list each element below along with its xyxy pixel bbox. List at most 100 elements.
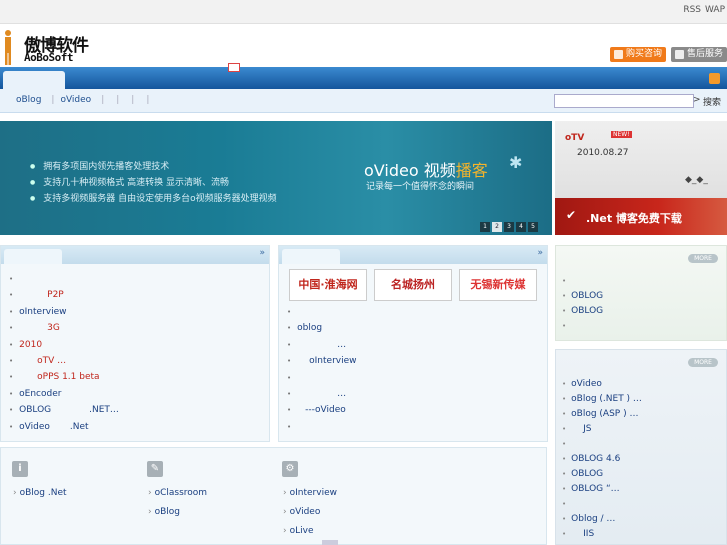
banner-feature: 支持几十种视频格式 高速转换 显示清晰、流畅 (30, 175, 277, 191)
promo-tag: oTV (565, 133, 585, 143)
client-logo-huaihai[interactable]: 中国·淮海网 (289, 269, 367, 301)
list-item[interactable]: Oblog / … (562, 512, 642, 527)
list-item[interactable]: … (287, 386, 357, 402)
list-item[interactable]: oClassroom (148, 484, 207, 503)
list-item[interactable]: oEncoder (9, 386, 119, 402)
pager-1[interactable]: 1 (480, 222, 490, 232)
list-item[interactable]: oInterview (9, 304, 119, 320)
panel-tab[interactable] (282, 249, 340, 264)
separator: | (116, 95, 120, 105)
buy-consult-label: 购买咨询 (626, 49, 663, 59)
wap-link[interactable]: WAP (705, 5, 725, 15)
more-button[interactable]: MORE (688, 358, 718, 367)
top-bar: RSS WAP (0, 0, 727, 24)
main-nav (0, 67, 727, 89)
list-item[interactable]: oInterview (287, 353, 356, 369)
product-column-2: oClassroom oBlog (148, 484, 207, 522)
top-links: RSS WAP (679, 5, 725, 15)
search-button[interactable]: 搜索 (703, 95, 721, 108)
nav-tab-selected[interactable] (3, 71, 65, 89)
banner-title-em: 播客 (455, 161, 488, 180)
list-item[interactable]: oBlog .Net (13, 484, 67, 503)
buy-consult-button[interactable]: 购买咨询 (610, 47, 667, 62)
list-item[interactable]: oblog (287, 320, 357, 336)
list-item[interactable] (287, 304, 357, 320)
side-list: OBLOG OBLOG (562, 274, 603, 334)
banner-title: oVideo 视频播客 (364, 157, 488, 181)
list-item[interactable]: 3G (9, 320, 119, 336)
figure-icon (5, 30, 11, 65)
promo-emoticon: ◆_◆_ (685, 175, 708, 185)
list-item[interactable]: ---oVideo (287, 402, 357, 418)
list-item[interactable]: oVideo (283, 503, 337, 522)
list-item[interactable]: oBlog (ASP ) … (562, 407, 642, 422)
after-sale-label: 售后服务 (687, 49, 724, 59)
after-sale-button[interactable]: 售后服务 (671, 47, 727, 62)
list-item[interactable]: OBLOG (562, 289, 603, 304)
list-item[interactable]: OBLOG.NET… (9, 402, 119, 418)
list-item[interactable]: … (287, 337, 357, 353)
separator: | (101, 95, 105, 105)
promo-box[interactable]: oTV NEW! 2010.08.27 ◆_◆_ ✔ .Net 博客免费下载 (555, 121, 727, 235)
list-item[interactable] (9, 271, 119, 287)
list-item[interactable]: OBLOG “… (562, 482, 642, 497)
site-logo[interactable]: 傲博软件 AoBoSoft (0, 29, 110, 67)
hero-banner[interactable]: 拥有多项国内领先播客处理技术 支持几十种视频格式 高速转换 显示清晰、流畅 支持… (0, 121, 552, 235)
separator: | (131, 95, 135, 105)
search-input[interactable] (554, 94, 694, 108)
banner-pager: 12345 (480, 221, 540, 232)
separator: | (51, 95, 55, 105)
banner-subtitle: 记录每一个值得怀念的瞬间 (366, 182, 475, 192)
mail-icon[interactable] (228, 63, 240, 72)
pager-4[interactable]: 4 (516, 222, 526, 232)
list-item[interactable] (562, 497, 642, 512)
client-logo-yangzhou[interactable]: 名城扬州 (374, 269, 452, 301)
chevron-down-icon[interactable]: » (259, 248, 265, 258)
side-list: oVideo oBlog (.NET ) … oBlog (ASP ) … JS… (562, 377, 642, 542)
list-item[interactable]: oInterview (283, 484, 337, 503)
subnav-ovideo[interactable]: oVideo (60, 95, 91, 105)
edit-icon: ✎ (147, 461, 163, 477)
scroll-handle[interactable] (322, 540, 338, 545)
rss-link[interactable]: RSS (683, 5, 701, 15)
panel-header: » (1, 246, 269, 264)
list-item[interactable]: oTV … (9, 353, 119, 369)
news-list: P2P oInterview 3G 2010 oTV … oPPS 1.1 be… (9, 271, 119, 435)
list-item[interactable] (562, 319, 603, 334)
person-icon (675, 50, 684, 59)
list-item[interactable]: oPPS 1.1 beta (9, 369, 119, 385)
promo-date: 2010.08.27 (577, 148, 629, 158)
download-banner[interactable]: ✔ .Net 博客免费下载 (555, 198, 727, 235)
music-icon[interactable] (709, 73, 720, 84)
list-item[interactable] (562, 437, 642, 452)
list-item[interactable]: OBLOG (562, 467, 642, 482)
list-item[interactable]: oVideo (562, 377, 642, 392)
list-item[interactable]: oVideo.Net (9, 419, 119, 435)
list-item[interactable]: JS (562, 422, 642, 437)
film-reel-icon: ⚙ (282, 461, 298, 477)
pager-2[interactable]: 2 (492, 222, 502, 232)
list-item[interactable] (287, 419, 357, 435)
list-item[interactable]: P2P (9, 287, 119, 303)
list-item[interactable]: oBlog (148, 503, 207, 522)
more-button[interactable]: MORE (688, 254, 718, 263)
list-item[interactable]: IIS (562, 527, 642, 542)
side-panel-top: MORE OBLOG OBLOG (555, 245, 727, 341)
client-logo-wuxi[interactable]: 无锡新传媒 (459, 269, 537, 301)
products-section: i ✎ ⚙ oBlog .Net oClassroom oBlog oInter… (0, 447, 547, 545)
pager-3[interactable]: 3 (504, 222, 514, 232)
list-item[interactable]: oBlog (.NET ) … (562, 392, 642, 407)
list-item[interactable]: OBLOG 4.6 (562, 452, 642, 467)
search-arrow-icon: > (693, 95, 701, 105)
subnav-oblog[interactable]: oBlog (16, 95, 41, 105)
clients-list: oblog … oInterview … ---oVideo (287, 304, 357, 435)
list-item[interactable]: oLive (283, 522, 337, 541)
list-item[interactable] (562, 274, 603, 289)
list-item[interactable]: OBLOG (562, 304, 603, 319)
list-item[interactable]: 2010 (9, 337, 119, 353)
list-item[interactable] (287, 370, 357, 386)
chevron-down-icon[interactable]: » (537, 248, 543, 258)
panel-tab[interactable] (4, 249, 62, 264)
pager-5[interactable]: 5 (528, 222, 538, 232)
download-label: .Net 博客免费下载 (586, 212, 682, 225)
